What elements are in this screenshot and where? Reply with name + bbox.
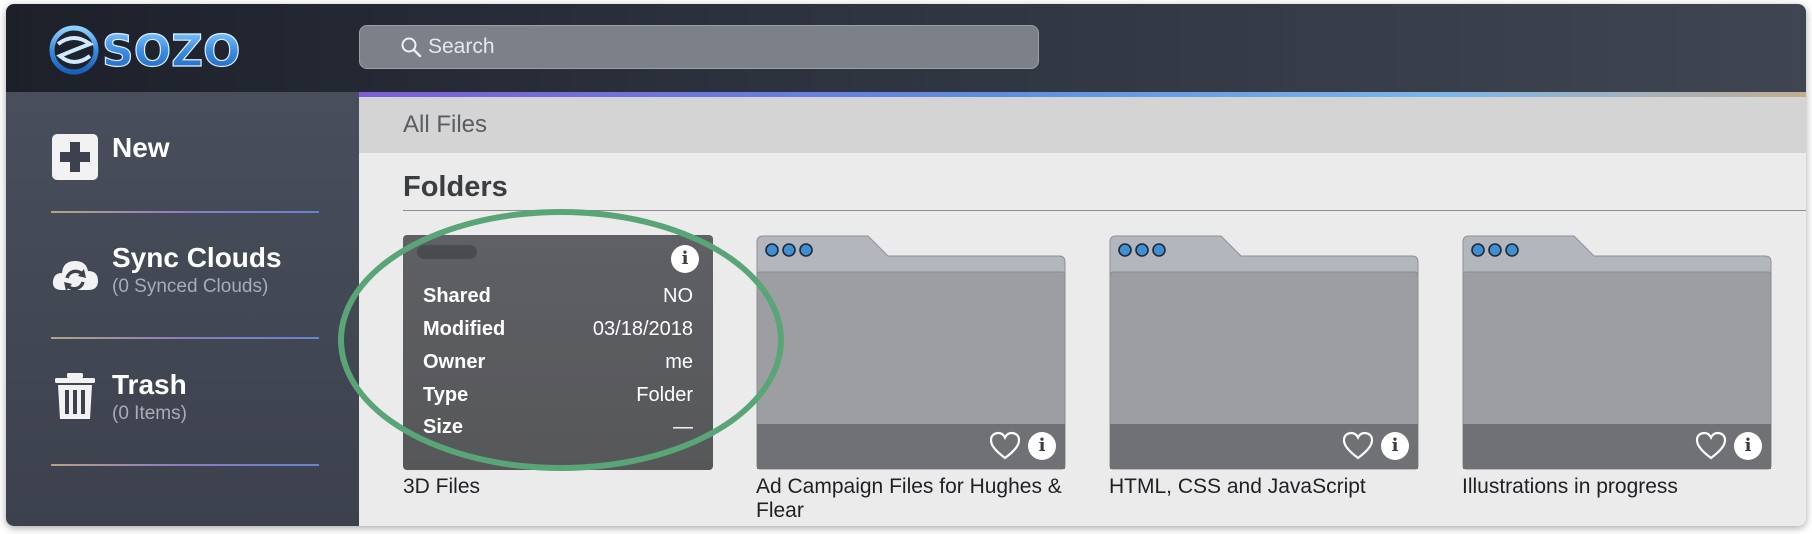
info-row: Modified 03/18/2018 bbox=[423, 318, 693, 346]
info-value: 03/18/2018 bbox=[592, 318, 693, 340]
info-icon[interactable]: i bbox=[671, 245, 699, 273]
info-value: NO bbox=[663, 285, 693, 307]
top-bar: SOZO Search bbox=[6, 4, 1806, 92]
info-icon[interactable]: i bbox=[1734, 432, 1762, 460]
section-divider bbox=[403, 210, 1806, 211]
info-row: Type Folder bbox=[423, 384, 693, 412]
section-title: Folders bbox=[403, 171, 508, 203]
folder-info-overlay: i Shared NO Modified 03/18/2018 Owner me… bbox=[403, 235, 713, 470]
search-placeholder: Search bbox=[428, 35, 495, 58]
folder-card[interactable]: i HTML, CSS and JavaScript bbox=[1109, 235, 1419, 498]
sidebar-item-count: (0 Items) bbox=[112, 403, 187, 424]
info-icon[interactable]: i bbox=[1028, 432, 1056, 460]
heart-icon[interactable] bbox=[1342, 431, 1374, 461]
brand-logo[interactable]: SOZO bbox=[46, 22, 326, 78]
info-row: Shared NO bbox=[423, 285, 693, 313]
info-key: Modified bbox=[423, 318, 506, 340]
sidebar-item-count: (0 Synced Clouds) bbox=[112, 276, 269, 297]
sidebar: New Sync Clouds (0 Synced Clouds) Trash … bbox=[6, 92, 359, 526]
folder-card[interactable]: i Illustrations in progress bbox=[1462, 235, 1772, 498]
folder-name[interactable]: 3D Files bbox=[403, 475, 723, 499]
sidebar-item-label: Sync Clouds bbox=[112, 242, 282, 273]
info-row: Owner me bbox=[423, 351, 693, 379]
info-key: Type bbox=[423, 384, 469, 406]
info-key: Size bbox=[423, 416, 464, 438]
folder-name[interactable]: Illustrations in progress bbox=[1462, 475, 1782, 499]
info-value: me bbox=[665, 351, 693, 373]
search-icon bbox=[401, 37, 422, 58]
trash-icon bbox=[55, 373, 95, 419]
info-icon[interactable]: i bbox=[1381, 432, 1409, 460]
folder-name[interactable]: HTML, CSS and JavaScript bbox=[1109, 475, 1429, 499]
plus-square-icon bbox=[52, 134, 98, 180]
info-key: Owner bbox=[423, 351, 486, 373]
sidebar-divider bbox=[51, 337, 319, 339]
folder-card[interactable]: i Ad Campaign Files for Hughes & Flear bbox=[756, 235, 1066, 522]
sidebar-item-trash[interactable]: Trash (0 Items) bbox=[6, 359, 359, 459]
main-content: All Files Folders i Shared NO Modified 0… bbox=[359, 97, 1806, 526]
sidebar-item-label: Trash bbox=[112, 369, 187, 400]
sidebar-item-new[interactable]: New bbox=[6, 112, 359, 212]
breadcrumb[interactable]: All Files bbox=[403, 111, 487, 139]
breadcrumb-bar: All Files bbox=[359, 97, 1806, 153]
brand-logo-text: SOZO bbox=[102, 26, 240, 77]
app-window: SOZO Search New Sync Clouds (0 Synced Cl… bbox=[6, 4, 1806, 526]
sidebar-item-label: New bbox=[112, 132, 170, 163]
heart-icon[interactable] bbox=[1695, 431, 1727, 461]
cloud-sync-icon bbox=[52, 261, 98, 291]
folder-dots bbox=[417, 245, 477, 259]
sidebar-item-sync-clouds[interactable]: Sync Clouds (0 Synced Clouds) bbox=[6, 232, 359, 332]
sidebar-divider bbox=[51, 464, 319, 466]
sidebar-divider bbox=[51, 211, 319, 213]
info-key: Shared bbox=[423, 285, 491, 307]
info-value: Folder bbox=[636, 384, 693, 406]
heart-icon[interactable] bbox=[989, 431, 1021, 461]
info-row: Size — bbox=[423, 416, 693, 444]
info-value: — bbox=[673, 416, 693, 438]
search-bar[interactable]: Search bbox=[359, 25, 1039, 69]
folder-name[interactable]: Ad Campaign Files for Hughes & Flear bbox=[756, 475, 1076, 523]
